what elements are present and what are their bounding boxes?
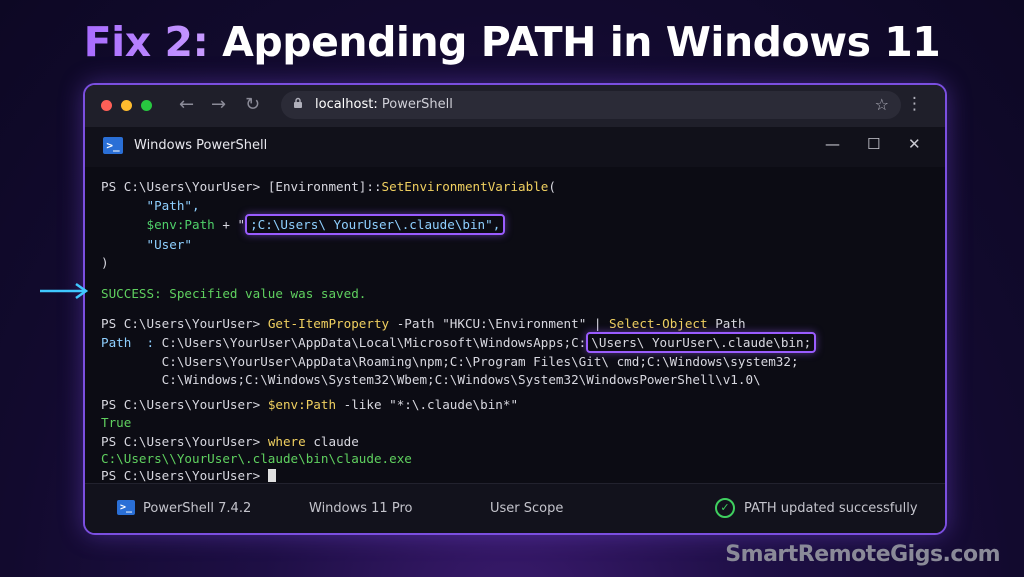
terminal-line: C:\Users\YourUser\AppData\Roaming\npm;C:… — [101, 354, 799, 369]
back-icon[interactable]: ← — [179, 94, 194, 115]
terminal-line: PS C:\Users\YourUser> Get-ItemProperty -… — [101, 316, 746, 331]
path-label: Path : — [101, 335, 162, 350]
terminal-output[interactable]: PS C:\Users\YourUser> [Environment]::Set… — [85, 167, 945, 483]
status-bar: >_ PowerShell 7.4.2 Windows 11 Pro User … — [85, 483, 945, 533]
args: claude — [305, 434, 359, 449]
minimize-icon[interactable]: — — [825, 135, 840, 153]
success-message: SUCCESS: Specified value was saved. — [101, 286, 367, 301]
highlighted-path-argument: ;C:\Users\ YourUser\.claude\bin", — [245, 214, 506, 235]
terminal-line: PS C:\Users\YourUser> $env:Path -like "*… — [101, 397, 518, 412]
powershell-icon: >_ — [117, 500, 135, 515]
path-value: C:\Users\YourUser\AppData\Local\Microsof… — [161, 335, 587, 350]
args: -Path "HKCU:\Environment" | — [389, 316, 610, 331]
arrow-right-icon — [40, 282, 89, 300]
terminal-line: Path : C:\Users\YourUser\AppData\Local\M… — [101, 332, 817, 353]
powershell-icon: >_ — [103, 137, 123, 154]
variable: $env:Path — [101, 217, 215, 232]
terminal-line: C:\Windows;C:\Windows\System32\Wbem;C:\W… — [101, 372, 761, 387]
terminal-line: True — [101, 415, 132, 430]
terminal-line: C:\Users\\YourUser\.claude\bin\claude.ex… — [101, 451, 412, 466]
watermark: SmartRemoteGigs.com — [725, 542, 1000, 567]
headline-rest: Appending PATH in Windows 11 — [208, 18, 941, 66]
prompt: PS C:\Users\YourUser> — [101, 468, 268, 483]
powershell-titlebar: >_ Windows PowerShell — ☐ ✕ — [85, 127, 945, 167]
terminal-line: PS C:\Users\YourUser> [Environment]::Set… — [101, 179, 556, 194]
os-name: Windows 11 Pro — [309, 501, 413, 516]
forward-icon[interactable]: → — [211, 94, 226, 115]
browser-menu-icon[interactable]: ⋮ — [906, 94, 923, 114]
paren: ( — [548, 179, 556, 194]
maximize-dot-icon[interactable] — [141, 100, 152, 111]
browser-window: ← → ↻ localhost: PowerShell ☆ ⋮ >_ Windo… — [83, 83, 947, 535]
address-bar[interactable]: localhost: PowerShell ☆ — [281, 91, 901, 119]
method-name: SetEnvironmentVariable — [381, 179, 549, 194]
prompt: PS C:\Users\YourUser> — [101, 397, 268, 412]
bookmark-star-icon[interactable]: ☆ — [875, 91, 889, 119]
text-cursor — [267, 469, 276, 482]
reload-icon[interactable]: ↻ — [245, 94, 260, 115]
minimize-dot-icon[interactable] — [121, 100, 132, 111]
address-text: localhost: PowerShell — [315, 91, 453, 119]
terminal-line: ) — [101, 255, 109, 270]
terminal-line: PS C:\Users\YourUser> — [101, 468, 276, 483]
address-host: localhost: — [315, 97, 378, 112]
status-result: PATH updated successfully — [744, 501, 918, 516]
args: -like "*:\.claude\bin*" — [336, 397, 519, 412]
lock-icon — [293, 91, 303, 119]
prompt: PS C:\Users\YourUser> — [101, 316, 268, 331]
check-circle-icon: ✓ — [715, 498, 735, 518]
cmdlet: Get-ItemProperty — [267, 316, 390, 331]
scope-label: User Scope — [490, 501, 564, 516]
terminal-line: "User" — [101, 237, 192, 252]
headline-prefix: Fix 2: — [83, 18, 209, 66]
address-page: PowerShell — [377, 97, 453, 112]
close-dot-icon[interactable] — [101, 100, 112, 111]
headline: Fix 2: Appending PATH in Windows 11 — [0, 18, 1024, 66]
terminal-line: "Path", — [101, 198, 200, 213]
command-text: [Environment]:: — [267, 179, 382, 194]
window-title: Windows PowerShell — [134, 138, 268, 153]
cmdlet: where — [267, 434, 306, 449]
prompt: PS C:\Users\YourUser> — [101, 179, 268, 194]
prompt: PS C:\Users\YourUser> — [101, 434, 268, 449]
terminal-line: $env:Path + " ;C:\Users\ YourUser\.claude… — [101, 214, 506, 235]
variable: $env:Path — [267, 397, 337, 412]
ps-version: PowerShell 7.4.2 — [143, 501, 252, 516]
highlighted-path-entry: \Users\ YourUser\.claude\bin; — [586, 332, 817, 353]
browser-toolbar: ← → ↻ localhost: PowerShell ☆ ⋮ — [85, 85, 945, 127]
args: Path — [707, 316, 746, 331]
terminal-line: PS C:\Users\YourUser> where claude — [101, 434, 359, 449]
operator: + " — [214, 217, 246, 232]
close-icon[interactable]: ✕ — [908, 135, 921, 153]
cmdlet: Select-Object — [609, 316, 708, 331]
maximize-icon[interactable]: ☐ — [867, 135, 880, 153]
